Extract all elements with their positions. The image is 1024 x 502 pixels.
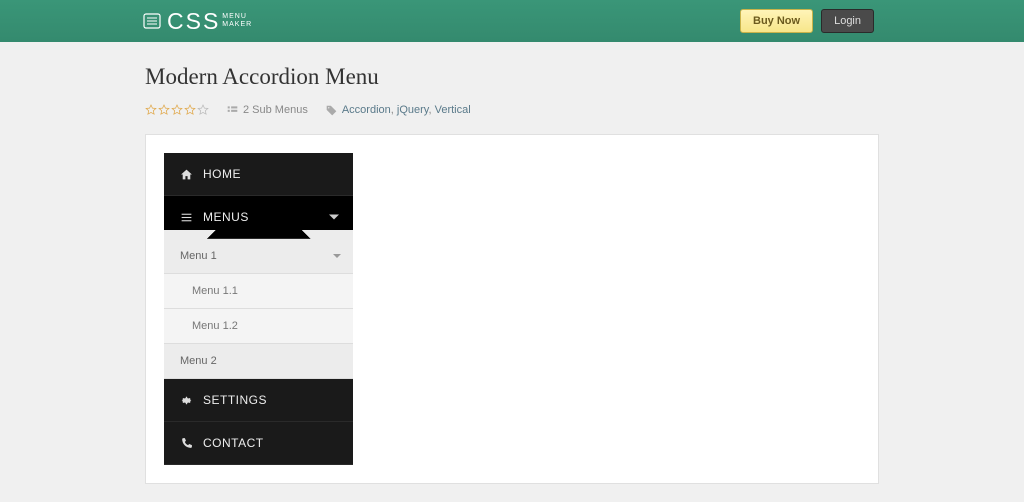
login-button[interactable]: Login (821, 9, 874, 33)
star-icon (184, 104, 196, 116)
star-icon (158, 104, 170, 116)
buy-now-button[interactable]: Buy Now (740, 9, 813, 33)
tag-icon (326, 105, 337, 116)
menu-icon (180, 211, 193, 224)
star-icon (197, 104, 209, 116)
list-icon (227, 105, 238, 116)
submenu: Menu 1 Menu 1.1 Menu 1.2 Menu 2 (164, 239, 353, 379)
logo-text: CSS (167, 8, 220, 35)
menu-label: SETTINGS (203, 393, 267, 407)
tag-link[interactable]: jQuery (397, 104, 429, 116)
menu-label: MENUS (203, 210, 249, 224)
submenu-sub-item[interactable]: Menu 1.2 (164, 309, 353, 344)
chevron-down-icon (329, 215, 339, 220)
menu-label: HOME (203, 167, 241, 181)
tags-list: Accordion, jQuery, Vertical (342, 104, 471, 116)
logo[interactable]: CSS MENU MAKER (143, 8, 252, 35)
menu-label: CONTACT (203, 436, 264, 450)
logo-subtext: MENU MAKER (222, 13, 252, 29)
accordion-menu: HOME MENUS Menu 1 Menu 1.1 Menu 1.2 Menu… (164, 153, 353, 465)
page-title: Modern Accordion Menu (145, 64, 879, 90)
submenu-count: 2 Sub Menus (227, 104, 308, 116)
phone-icon (180, 437, 193, 450)
site-header: CSS MENU MAKER Buy Now Login (0, 0, 1024, 42)
submenu-label: Menu 1 (180, 250, 217, 262)
tag-link[interactable]: Vertical (435, 104, 471, 116)
submenu-sub-item[interactable]: Menu 1.1 (164, 274, 353, 309)
star-icon (145, 104, 157, 116)
chevron-down-icon (333, 254, 341, 258)
preview-card: HOME MENUS Menu 1 Menu 1.1 Menu 1.2 Menu… (145, 134, 879, 484)
logo-icon (143, 12, 161, 30)
header-buttons: Buy Now Login (740, 9, 874, 33)
meta-row: 2 Sub Menus Accordion, jQuery, Vertical (145, 104, 879, 116)
submenu-item[interactable]: Menu 2 (164, 344, 353, 379)
menu-item-settings[interactable]: SETTINGS (164, 379, 353, 422)
gear-icon (180, 394, 193, 407)
star-icon (171, 104, 183, 116)
tag-link[interactable]: Accordion (342, 104, 391, 116)
submenu-item[interactable]: Menu 1 (164, 239, 353, 274)
menu-item-contact[interactable]: CONTACT (164, 422, 353, 465)
menu-item-menus[interactable]: MENUS (164, 196, 353, 239)
tags: Accordion, jQuery, Vertical (326, 104, 471, 116)
home-icon (180, 168, 193, 181)
submenu-label: Menu 2 (180, 355, 217, 367)
rating-stars[interactable] (145, 104, 209, 116)
main-container: Modern Accordion Menu 2 Sub Menus Accord… (145, 42, 879, 484)
menu-item-home[interactable]: HOME (164, 153, 353, 196)
